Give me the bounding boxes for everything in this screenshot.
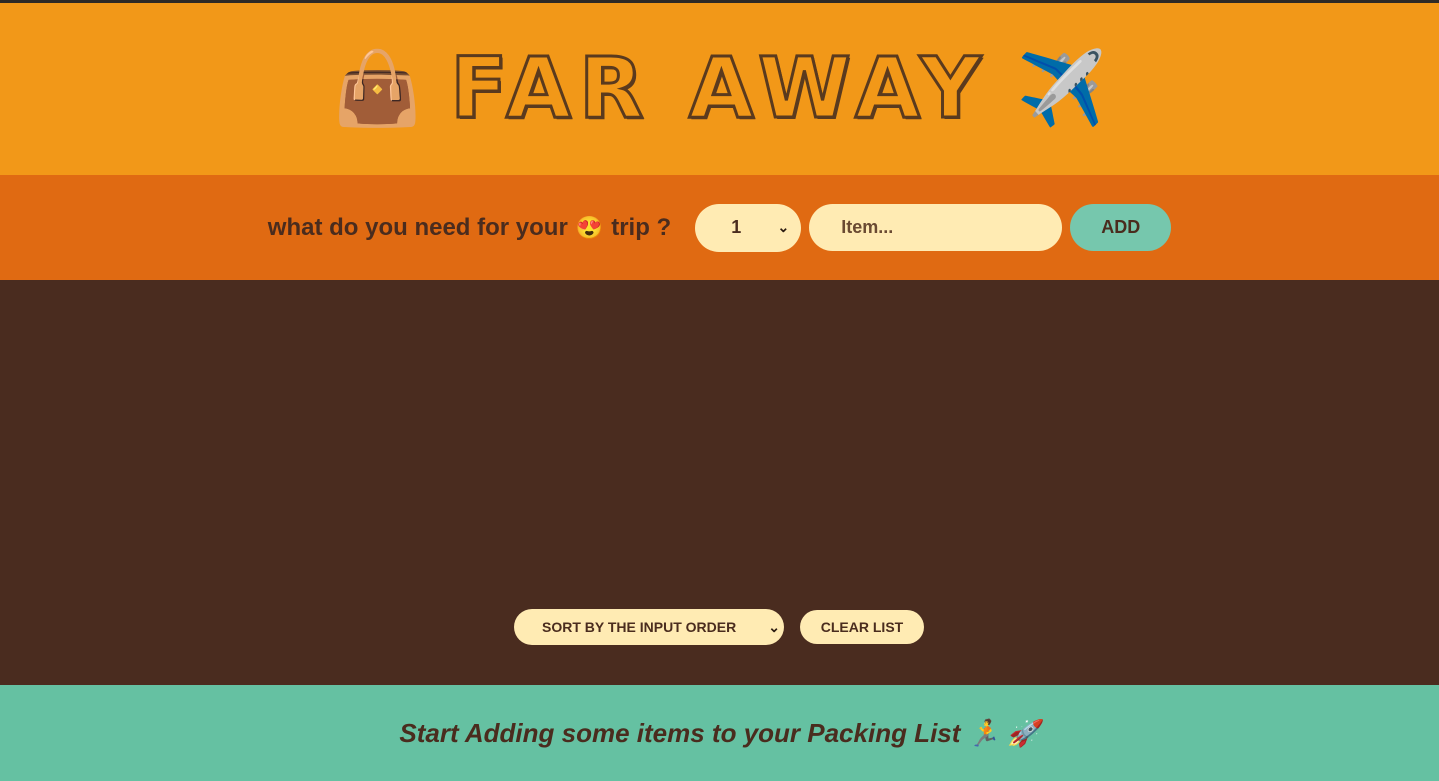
app-header: 👜 FAR AWAY ✈️ [0, 0, 1439, 175]
clear-list-button[interactable]: CLEAR LIST [800, 610, 924, 644]
sort-selected-value: SORT BY THE INPUT ORDER [542, 619, 737, 635]
chevron-down-icon: ⌄ [777, 219, 790, 235]
form-prompt: what do you need for your 😍 trip ? [268, 214, 671, 242]
list-actions: SORT BY THE INPUT ORDER ⌄ CLEAR LIST [514, 609, 924, 645]
app-root: 👜 FAR AWAY ✈️ what do you need for your … [0, 0, 1439, 781]
prompt-text-before: what do you need for your [267, 213, 568, 241]
add-button[interactable]: ADD [1070, 204, 1172, 251]
handbag-icon: 👜 [332, 45, 423, 130]
chevron-down-icon: ⌄ [768, 618, 780, 635]
top-border [0, 0, 1439, 3]
app-title: FAR AWAY [449, 37, 989, 138]
item-input[interactable] [809, 204, 1063, 251]
sort-select[interactable]: SORT BY THE INPUT ORDER ⌄ [514, 609, 784, 645]
quantity-select[interactable]: 1 ⌄ [695, 203, 802, 252]
heart-eyes-icon: 😍 [575, 214, 604, 240]
prompt-text-after: trip ? [611, 213, 672, 241]
airplane-icon: ✈️ [1016, 45, 1107, 130]
stats-footer: Start Adding some items to your Packing … [0, 685, 1439, 781]
packing-list: SORT BY THE INPUT ORDER ⌄ CLEAR LIST [0, 280, 1439, 685]
footer-message: Start Adding some items to your Packing … [399, 717, 1040, 748]
quantity-value: 1 [731, 217, 742, 237]
add-item-form: what do you need for your 😍 trip ? 1 ⌄ A… [0, 175, 1439, 280]
